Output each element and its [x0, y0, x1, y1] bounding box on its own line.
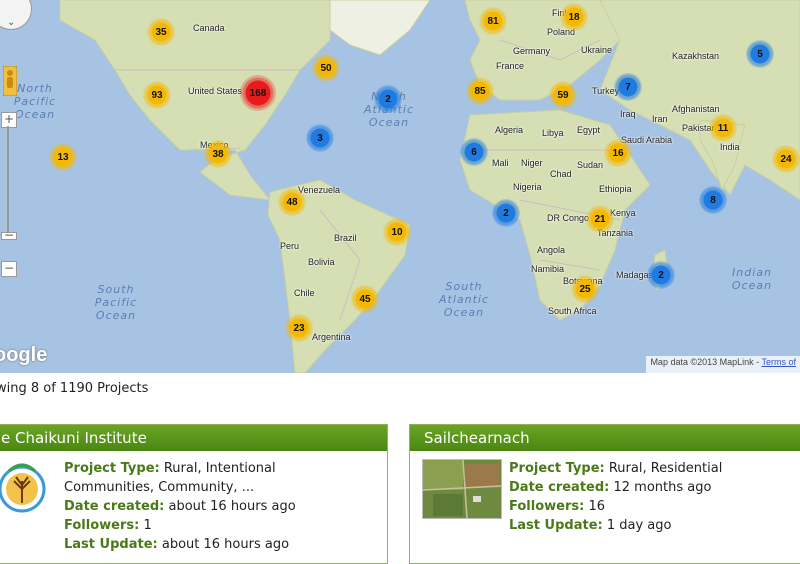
google-logo: oogle: [0, 344, 48, 366]
project-type: Project Type: Rural, Intentional: [64, 461, 276, 476]
zoom-slider-track[interactable]: [7, 126, 9, 236]
country-label: Ethiopia: [599, 184, 632, 194]
project-card[interactable]: e Chaikuni Institute Project Type: Rural…: [0, 424, 388, 564]
pegman-icon[interactable]: [3, 66, 17, 96]
cluster-marker[interactable]: 168: [240, 75, 276, 111]
country-label: Niger: [521, 158, 543, 168]
date-created: Date created: 12 months ago: [509, 480, 712, 495]
cluster-marker[interactable]: 59: [549, 81, 577, 109]
project-card[interactable]: Sailchearnach Project Type: Rural, Resid…: [409, 424, 800, 564]
cluster-marker[interactable]: 25: [571, 275, 599, 303]
cluster-marker[interactable]: 5: [746, 40, 774, 68]
ocean-label: North Pacific Ocean: [13, 82, 57, 121]
project-thumbnail: [422, 459, 502, 519]
zoom-slider-handle[interactable]: −: [1, 229, 17, 241]
country-label: Nigeria: [513, 182, 542, 192]
last-update: Last Update: 1 day ago: [509, 518, 672, 533]
last-update: Last Update: about 16 hours ago: [64, 537, 290, 552]
country-label: Iraq: [620, 109, 636, 119]
country-label: Brazil: [334, 233, 357, 243]
project-title[interactable]: Sailchearnach: [410, 425, 800, 451]
ocean-label: Indian Ocean: [731, 266, 773, 292]
country-label: Algeria: [495, 125, 524, 135]
followers: Followers: 1: [64, 518, 152, 533]
country-label: Bolivia: [308, 257, 335, 267]
country-label: Argentina: [312, 332, 351, 342]
world-map[interactable]: Canada United States Mexico Venezuela Br…: [0, 0, 800, 373]
date-created: Date created: about 16 hours ago: [64, 499, 296, 514]
project-logo: [0, 463, 46, 513]
country-label: Germany: [513, 46, 551, 56]
country-label: Mali: [492, 158, 509, 168]
cluster-marker[interactable]: 6: [460, 138, 488, 166]
cluster-marker[interactable]: 21: [586, 205, 614, 233]
chevron-down-icon: ⌄: [7, 17, 16, 28]
country-label: Angola: [537, 245, 566, 255]
country-label: Peru: [280, 241, 300, 251]
cluster-marker[interactable]: 48: [278, 188, 306, 216]
project-type-continued: Communities, Community, ...: [64, 480, 255, 495]
country-label: United States: [188, 86, 243, 96]
country-label: DR Congo: [547, 213, 590, 223]
country-label: Afghanistan: [672, 104, 720, 114]
country-label: Egypt: [577, 125, 601, 135]
cluster-marker[interactable]: 3: [306, 124, 334, 152]
results-summary: wing 8 of 1190 Projects: [0, 381, 149, 396]
cluster-marker[interactable]: 93: [143, 81, 171, 109]
cluster-marker[interactable]: 18: [560, 3, 588, 31]
country-label: Canada: [193, 23, 225, 33]
country-label: Chile: [294, 288, 315, 298]
country-label: Chad: [550, 169, 572, 179]
cluster-marker[interactable]: 2: [647, 261, 675, 289]
country-label: Namibia: [531, 264, 565, 274]
cluster-marker[interactable]: 8: [699, 186, 727, 214]
cluster-marker[interactable]: 2: [492, 199, 520, 227]
cluster-marker[interactable]: 16: [604, 139, 632, 167]
map-attribution: Map data ©2013 MapLink - Terms of: [646, 356, 800, 373]
country-label: Ukraine: [581, 45, 613, 55]
country-label: Libya: [542, 128, 564, 138]
cluster-marker[interactable]: 45: [351, 285, 379, 313]
cluster-marker[interactable]: 81: [479, 7, 507, 35]
country-label: Kazakhstan: [672, 51, 720, 61]
zoom-in-button[interactable]: +: [1, 112, 17, 128]
country-label: Sudan: [577, 160, 604, 170]
country-label: Iran: [652, 114, 668, 124]
ocean-label: South Atlantic Ocean: [438, 280, 490, 319]
country-label: Venezuela: [298, 185, 341, 195]
cluster-marker[interactable]: 50: [312, 54, 340, 82]
cluster-marker[interactable]: 24: [772, 145, 800, 173]
project-title[interactable]: e Chaikuni Institute: [0, 425, 387, 451]
country-label: France: [496, 61, 525, 71]
cluster-marker[interactable]: 38: [204, 140, 232, 168]
project-type: Project Type: Rural, Residential: [509, 461, 723, 476]
cluster-marker[interactable]: 13: [49, 143, 77, 171]
cluster-marker[interactable]: 85: [466, 77, 494, 105]
cluster-marker[interactable]: 2: [374, 85, 402, 113]
cluster-marker[interactable]: 10: [383, 218, 411, 246]
ocean-label: South Pacific Ocean: [94, 283, 138, 322]
country-label: India: [720, 142, 740, 152]
terms-link[interactable]: Terms of: [761, 357, 796, 367]
cluster-marker[interactable]: 7: [614, 73, 642, 101]
zoom-out-button[interactable]: −: [1, 261, 17, 277]
country-label: South Africa: [548, 306, 597, 316]
cluster-marker[interactable]: 35: [147, 18, 175, 46]
followers: Followers: 16: [509, 499, 605, 514]
cluster-marker[interactable]: 11: [709, 114, 737, 142]
cluster-marker[interactable]: 23: [285, 314, 313, 342]
